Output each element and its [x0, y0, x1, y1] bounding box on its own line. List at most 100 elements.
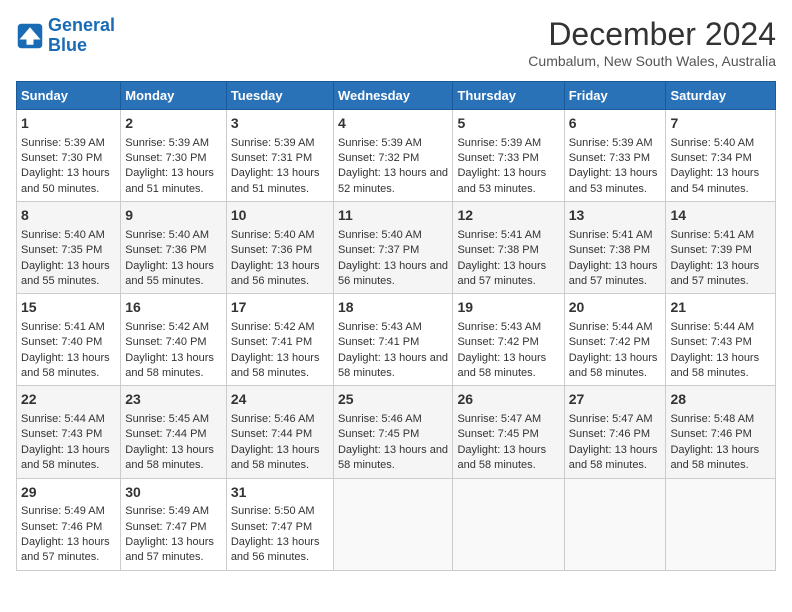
weekday-header: Monday — [121, 82, 227, 110]
daylight-text: Daylight: 13 hours and 51 minutes. — [231, 167, 320, 194]
sunrise-text: Sunrise: 5:44 AM — [670, 321, 754, 333]
weekday-header: Saturday — [666, 82, 776, 110]
sunrise-text: Sunrise: 5:44 AM — [569, 321, 653, 333]
sunrise-text: Sunrise: 5:39 AM — [569, 137, 653, 149]
calendar-cell: 21Sunrise: 5:44 AMSunset: 7:43 PMDayligh… — [666, 294, 776, 386]
daylight-text: Daylight: 13 hours and 56 minutes. — [231, 536, 320, 563]
sunset-text: Sunset: 7:46 PM — [21, 521, 102, 533]
sunset-text: Sunset: 7:47 PM — [231, 521, 312, 533]
sunset-text: Sunset: 7:40 PM — [125, 336, 206, 348]
sunset-text: Sunset: 7:32 PM — [338, 152, 419, 164]
sunrise-text: Sunrise: 5:42 AM — [125, 321, 209, 333]
title-block: December 2024 Cumbalum, New South Wales,… — [528, 16, 776, 69]
daylight-text: Daylight: 13 hours and 58 minutes. — [231, 444, 320, 471]
calendar-cell: 14Sunrise: 5:41 AMSunset: 7:39 PMDayligh… — [666, 202, 776, 294]
daylight-text: Daylight: 13 hours and 57 minutes. — [457, 260, 546, 287]
calendar-week-row: 8Sunrise: 5:40 AMSunset: 7:35 PMDaylight… — [17, 202, 776, 294]
sunrise-text: Sunrise: 5:49 AM — [21, 505, 105, 517]
weekday-header: Friday — [564, 82, 666, 110]
sunset-text: Sunset: 7:41 PM — [338, 336, 419, 348]
logo-icon — [16, 22, 44, 50]
day-number: 29 — [21, 483, 116, 503]
sunset-text: Sunset: 7:34 PM — [670, 152, 751, 164]
sunrise-text: Sunrise: 5:49 AM — [125, 505, 209, 517]
daylight-text: Daylight: 13 hours and 58 minutes. — [670, 444, 759, 471]
day-number: 21 — [670, 298, 771, 318]
calendar-cell: 28 Sunrise: 5:48 AM Sunset: 7:46 PM Dayligh… — [666, 386, 776, 478]
calendar-cell: 4Sunrise: 5:39 AMSunset: 7:32 PMDaylight… — [333, 110, 452, 202]
weekday-header: Thursday — [453, 82, 564, 110]
calendar-cell: 16 Sunrise: 5:42 AM Sunset: 7:40 PM Dayligh… — [121, 294, 227, 386]
day-number: 8 — [21, 206, 116, 226]
logo-text: GeneralBlue — [48, 16, 115, 56]
sunset-text: Sunset: 7:42 PM — [569, 336, 650, 348]
sunset-text: Sunset: 7:33 PM — [569, 152, 650, 164]
sunset-text: Sunset: 7:46 PM — [670, 428, 751, 440]
sunrise-text: Sunrise: 5:43 AM — [338, 321, 422, 333]
calendar-week-row: 22Sunrise: 5:44 AMSunset: 7:43 PMDayligh… — [17, 386, 776, 478]
sunrise-text: Sunrise: 5:39 AM — [338, 137, 422, 149]
daylight-text: Daylight: 13 hours and 53 minutes. — [457, 167, 546, 194]
sunset-text: Sunset: 7:45 PM — [457, 428, 538, 440]
sunset-text: Sunset: 7:36 PM — [231, 244, 312, 256]
day-number: 14 — [670, 206, 771, 226]
sunset-text: Sunset: 7:30 PM — [125, 152, 206, 164]
daylight-text: Daylight: 13 hours and 55 minutes. — [21, 260, 110, 287]
day-number: 13 — [569, 206, 662, 226]
calendar-cell: 26Sunrise: 5:47 AMSunset: 7:45 PMDayligh… — [453, 386, 564, 478]
sunrise-text: Sunrise: 5:47 AM — [569, 413, 653, 425]
sunset-text: Sunset: 7:47 PM — [125, 521, 206, 533]
calendar-cell: 13 Sunrise: 5:41 AM Sunset: 7:38 PM Dayligh… — [564, 202, 666, 294]
daylight-text: Daylight: 13 hours and 58 minutes. — [569, 352, 658, 379]
sunrise-text: Sunrise: 5:41 AM — [569, 229, 653, 241]
calendar-cell: 8Sunrise: 5:40 AMSunset: 7:35 PMDaylight… — [17, 202, 121, 294]
day-number: 24 — [231, 390, 329, 410]
sunset-text: Sunset: 7:30 PM — [21, 152, 102, 164]
day-number: 15 — [21, 298, 116, 318]
daylight-text: Daylight: 13 hours and 58 minutes. — [569, 444, 658, 471]
calendar-cell: 1Sunrise: 5:39 AMSunset: 7:30 PMDaylight… — [17, 110, 121, 202]
day-number: 11 — [338, 206, 448, 226]
sunrise-text: Sunrise: 5:42 AM — [231, 321, 315, 333]
weekday-header: Tuesday — [226, 82, 333, 110]
calendar-cell: 29 Sunrise: 5:49 AM Sunset: 7:46 PM Dayligh… — [17, 478, 121, 570]
daylight-text: Daylight: 13 hours and 51 minutes. — [125, 167, 214, 194]
daylight-text: Daylight: 13 hours and 58 minutes. — [338, 444, 448, 471]
day-number: 12 — [457, 206, 559, 226]
sunset-text: Sunset: 7:40 PM — [21, 336, 102, 348]
weekday-header: Sunday — [17, 82, 121, 110]
calendar-table: SundayMondayTuesdayWednesdayThursdayFrid… — [16, 81, 776, 571]
calendar-cell: 25Sunrise: 5:46 AMSunset: 7:45 PMDayligh… — [333, 386, 452, 478]
daylight-text: Daylight: 13 hours and 58 minutes. — [670, 352, 759, 379]
day-number: 28 — [670, 390, 771, 410]
daylight-text: Daylight: 13 hours and 57 minutes. — [569, 260, 658, 287]
sunset-text: Sunset: 7:38 PM — [569, 244, 650, 256]
daylight-text: Daylight: 13 hours and 57 minutes. — [670, 260, 759, 287]
sunrise-text: Sunrise: 5:40 AM — [670, 137, 754, 149]
calendar-cell: 31Sunrise: 5:50 AMSunset: 7:47 PMDayligh… — [226, 478, 333, 570]
daylight-text: Daylight: 13 hours and 58 minutes. — [125, 352, 214, 379]
sunset-text: Sunset: 7:31 PM — [231, 152, 312, 164]
day-number: 1 — [21, 114, 116, 134]
calendar-cell: 17Sunrise: 5:42 AMSunset: 7:41 PMDayligh… — [226, 294, 333, 386]
daylight-text: Daylight: 13 hours and 55 minutes. — [125, 260, 214, 287]
daylight-text: Daylight: 13 hours and 54 minutes. — [670, 167, 759, 194]
calendar-cell: 22Sunrise: 5:44 AMSunset: 7:43 PMDayligh… — [17, 386, 121, 478]
sunrise-text: Sunrise: 5:41 AM — [670, 229, 754, 241]
day-number: 6 — [569, 114, 662, 134]
calendar-cell: 3Sunrise: 5:39 AMSunset: 7:31 PMDaylight… — [226, 110, 333, 202]
day-number: 20 — [569, 298, 662, 318]
calendar-cell: 23Sunrise: 5:45 AMSunset: 7:44 PMDayligh… — [121, 386, 227, 478]
daylight-text: Daylight: 13 hours and 58 minutes. — [125, 444, 214, 471]
weekday-header: Wednesday — [333, 82, 452, 110]
calendar-week-row: 1 Sunrise: 5:39 AM Sunset: 7:30 PM Daylight… — [17, 110, 776, 202]
daylight-text: Daylight: 13 hours and 56 minutes. — [338, 260, 448, 287]
daylight-text: Daylight: 13 hours and 57 minutes. — [21, 536, 110, 563]
sunset-text: Sunset: 7:36 PM — [125, 244, 206, 256]
day-number: 16 — [125, 298, 222, 318]
daylight-text: Daylight: 13 hours and 58 minutes. — [457, 352, 546, 379]
sunrise-text: Sunrise: 5:48 AM — [670, 413, 754, 425]
sunrise-text: Sunrise: 5:40 AM — [231, 229, 315, 241]
calendar-cell — [333, 478, 452, 570]
calendar-body: 1 Sunrise: 5:39 AM Sunset: 7:30 PM Daylight… — [17, 110, 776, 571]
